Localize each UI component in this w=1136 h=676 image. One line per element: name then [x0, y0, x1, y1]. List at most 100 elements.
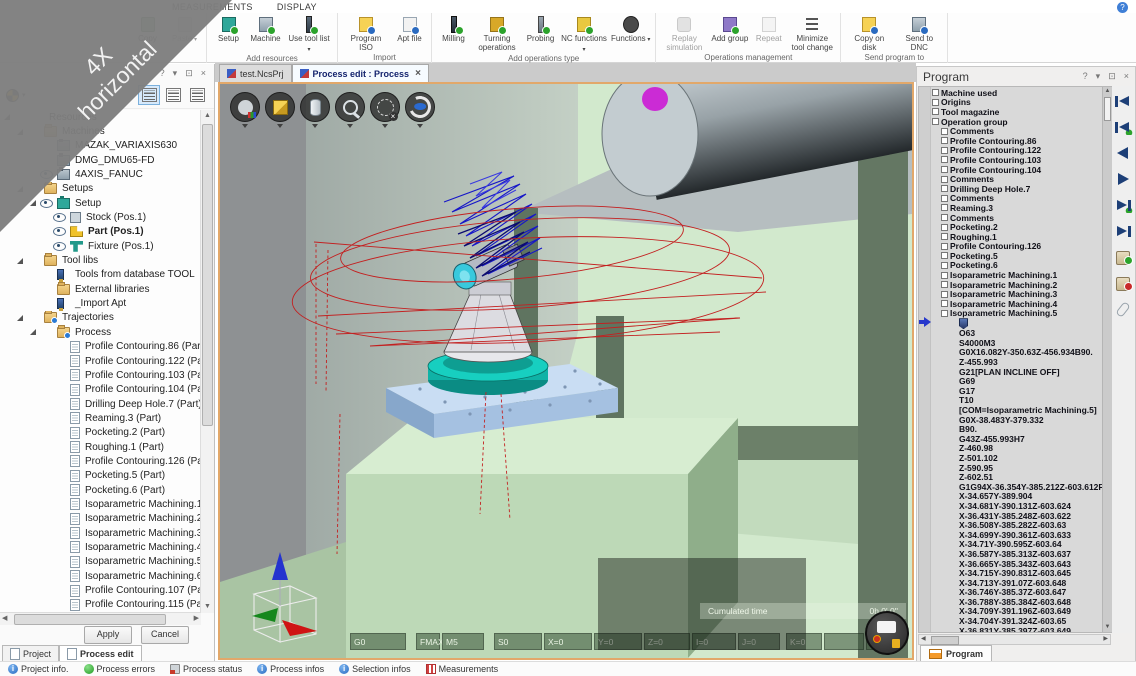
scroll-up-icon[interactable]: ▲	[1103, 87, 1112, 96]
viewport-tool-button[interactable]	[370, 92, 400, 122]
status-item[interactable]: Measurements	[426, 664, 499, 674]
tree-item[interactable]: Drilling Deep Hole.7 (Part)	[0, 397, 201, 411]
ribbon-button[interactable]: Add group	[709, 13, 750, 44]
playback-button[interactable]	[1113, 250, 1133, 265]
program-node[interactable]: Comments	[932, 174, 1102, 184]
expand-box-icon[interactable]	[932, 99, 939, 106]
playback-button[interactable]	[1113, 224, 1133, 239]
program-node[interactable]: Drilling Deep Hole.7	[932, 184, 1102, 194]
expand-box-icon[interactable]	[941, 272, 948, 279]
ribbon-button[interactable]: Functions	[609, 13, 652, 45]
expand-box-icon[interactable]	[932, 118, 939, 125]
tree-item[interactable]: Pocketing.6 (Part)	[0, 483, 201, 497]
tree-item[interactable]: Stock (Pos.1)	[0, 210, 201, 224]
panel-header-control-icon[interactable]: ⊡	[1108, 71, 1116, 82]
playback-button[interactable]	[1113, 198, 1133, 213]
tree-item[interactable]: Isoparametric Machining.4 (Part)	[0, 540, 201, 554]
scroll-left-icon[interactable]: ◀	[921, 635, 926, 644]
ribbon-button[interactable]: Milling	[435, 13, 472, 44]
help-icon[interactable]: ?	[1117, 2, 1128, 13]
expand-box-icon[interactable]	[941, 156, 948, 163]
viewport-tool-button[interactable]	[300, 92, 330, 122]
ribbon-button[interactable]: Repeat	[750, 13, 787, 44]
ribbon-button[interactable]: Replay simulation	[659, 13, 709, 52]
gcode-line[interactable]: G21[PLAN INCLINE OFF]	[932, 368, 1102, 378]
expand-box-icon[interactable]	[932, 108, 939, 115]
gcode-line[interactable]: O63	[932, 329, 1102, 339]
view-mode-button-2[interactable]	[162, 85, 184, 105]
expand-box-icon[interactable]	[941, 204, 948, 211]
tree-item[interactable]: Isoparametric Machining.2 (Part)	[0, 512, 201, 526]
playback-button[interactable]	[1113, 302, 1133, 317]
view-mode-button-3[interactable]	[186, 85, 208, 105]
program-horizontal-scrollbar[interactable]: ◀ ▶	[918, 634, 1111, 645]
tree-item[interactable]: Roughing.1 (Part)	[0, 440, 201, 454]
apply-button[interactable]: Apply	[84, 626, 132, 644]
tree-item[interactable]: Isoparametric Machining.3 (Part)	[0, 526, 201, 540]
expand-box-icon[interactable]	[941, 262, 948, 269]
scrollbar-thumb[interactable]	[14, 614, 166, 625]
tree-item[interactable]: Isoparametric Machining.6 (Part)	[0, 569, 201, 583]
program-node[interactable]: Origins	[932, 98, 1102, 108]
gcode-line[interactable]: X-36.831Y-385.397Z-603.649	[932, 627, 1102, 632]
expand-box-icon[interactable]	[941, 291, 948, 298]
program-node[interactable]: Reaming.3	[932, 203, 1102, 213]
expand-box-icon[interactable]	[941, 233, 948, 240]
viewport-tool-button[interactable]	[405, 92, 435, 122]
scrollbar-thumb[interactable]	[931, 636, 959, 645]
ribbon-button[interactable]: Apt file	[391, 13, 428, 44]
expand-box-icon[interactable]	[941, 185, 948, 192]
expand-box-icon[interactable]	[941, 243, 948, 250]
ribbon-button[interactable]: Send to DNC	[894, 13, 944, 52]
tree-vertical-scrollbar[interactable]: ▲ ▼	[200, 110, 214, 613]
expand-box-icon[interactable]	[941, 214, 948, 221]
tree-item[interactable]: Profile Contouring.104 (Part)	[0, 383, 201, 397]
ribbon-button[interactable]: Setup	[210, 13, 247, 44]
expand-box-icon[interactable]	[941, 147, 948, 154]
expand-box-icon[interactable]	[941, 252, 948, 259]
document-tab[interactable]: Process edit : Process ×	[292, 64, 429, 82]
viewport-tool-button[interactable]	[230, 92, 260, 122]
expand-box-icon[interactable]	[941, 300, 948, 307]
playback-button[interactable]	[1113, 172, 1133, 187]
status-item[interactable]: Process infos	[257, 664, 324, 674]
gcode-line[interactable]: Z-460.98	[932, 444, 1102, 454]
tree-item[interactable]: Profile Contouring.126 (Part)	[0, 454, 201, 468]
tree-item[interactable]: Profile Contouring.103 (Part)	[0, 368, 201, 382]
close-icon[interactable]: ×	[415, 68, 421, 79]
tree-item[interactable]: Profile Contouring.122 (Part)	[0, 354, 201, 368]
expander-icon[interactable]	[17, 258, 23, 264]
chevron-down-icon[interactable]	[277, 124, 283, 128]
panel-header-control-icon[interactable]: ?	[1083, 71, 1088, 82]
status-item[interactable]: Project info.	[8, 664, 69, 674]
eye-icon[interactable]	[53, 227, 66, 236]
eye-icon[interactable]	[40, 199, 53, 208]
expand-box-icon[interactable]	[941, 166, 948, 173]
expand-box-icon[interactable]	[941, 176, 948, 183]
machine-status-icon[interactable]	[865, 611, 909, 655]
program-node[interactable]: Comments	[932, 194, 1102, 204]
tree-item[interactable]: Process	[0, 325, 201, 339]
gcode-line[interactable]: G69	[932, 377, 1102, 387]
chevron-down-icon[interactable]	[347, 124, 353, 128]
program-node[interactable]: Comments	[932, 213, 1102, 223]
scroll-down-icon[interactable]: ▼	[201, 601, 214, 613]
ribbon-button[interactable]: Copy on disk	[844, 13, 894, 52]
viewport-tool-button[interactable]	[335, 92, 365, 122]
program-node[interactable]: Isoparametric Machining.5	[932, 309, 1102, 319]
ribbon-tab[interactable]: DISPLAY	[265, 2, 329, 12]
scroll-right-icon[interactable]: ▶	[194, 613, 199, 624]
tree-horizontal-scrollbar[interactable]: ◀ ▶	[0, 612, 201, 625]
expand-box-icon[interactable]	[941, 281, 948, 288]
program-node[interactable]: Pocketing.6	[932, 261, 1102, 271]
panel-header-control-icon[interactable]: ⊡	[185, 68, 193, 79]
tree-item[interactable]: Pocketing.5 (Part)	[0, 469, 201, 483]
scroll-up-icon[interactable]: ▲	[201, 110, 214, 122]
tree-item[interactable]: Reaming.3 (Part)	[0, 411, 201, 425]
gcode-line[interactable]: Z-501.102	[932, 454, 1102, 464]
program-node[interactable]: Isoparametric Machining.2	[932, 280, 1102, 290]
expand-box-icon[interactable]	[941, 128, 948, 135]
ribbon-button[interactable]: Use tool list	[284, 13, 334, 54]
tree-item[interactable]: Pocketing.2 (Part)	[0, 426, 201, 440]
scroll-left-icon[interactable]: ◀	[2, 613, 7, 624]
